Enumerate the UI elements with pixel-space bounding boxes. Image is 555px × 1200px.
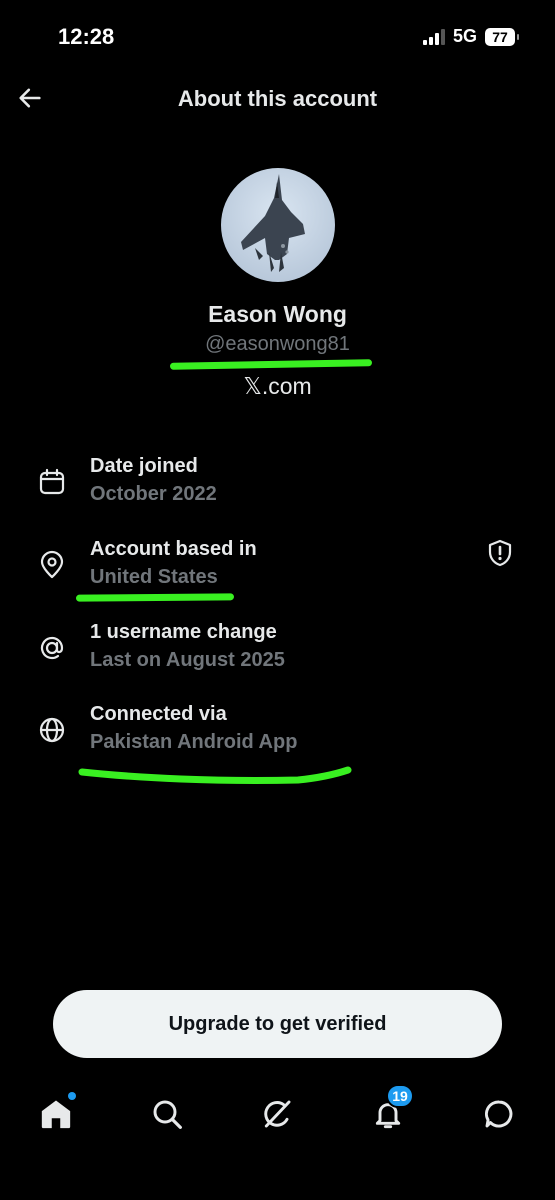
battery-icon: 77 (485, 27, 519, 46)
tab-grok[interactable] (259, 1096, 295, 1132)
upgrade-button[interactable]: Upgrade to get verified (53, 990, 502, 1058)
signal-icon (422, 28, 445, 45)
top-header: About this account (0, 76, 555, 122)
status-time: 12:28 (58, 24, 115, 49)
info-row-date-joined: Date joined October 2022 (0, 455, 555, 525)
profile-handle: @easonwong81 (205, 333, 350, 355)
page-title: About this account (177, 86, 378, 111)
info-label: Date joined (90, 455, 198, 477)
notification-badge: 19 (386, 1084, 414, 1108)
tab-messages[interactable] (481, 1096, 517, 1132)
chat-bubble-icon (485, 1100, 513, 1128)
info-row-connected-via: Connected via Pakistan Android App (0, 703, 555, 773)
at-sign-icon (40, 636, 64, 660)
info-value: United States (90, 566, 218, 588)
info-value: October 2022 (90, 483, 217, 505)
shield-alert-icon[interactable] (485, 538, 515, 568)
status-indicators: 5G 77 (422, 26, 519, 47)
grok-icon (264, 1100, 291, 1128)
avatar[interactable] (221, 168, 335, 282)
profile-name: Eason Wong (208, 301, 347, 327)
status-bar: 12:28 5G 77 (0, 0, 555, 70)
tab-home[interactable] (38, 1092, 76, 1132)
bottom-tab-bar: 19 (0, 1080, 555, 1160)
info-label: Account based in (90, 538, 257, 560)
jet-image (241, 174, 305, 272)
highlight-mark (75, 593, 235, 602)
location-pin-icon (40, 550, 64, 579)
info-row-username-changes: 1 username change Last on August 2025 (0, 621, 555, 691)
tab-notifications[interactable]: 19 (370, 1084, 414, 1132)
search-icon (153, 1100, 182, 1129)
info-label: Connected via (90, 703, 227, 725)
site-link[interactable]: 𝕏.com (0, 373, 555, 400)
highlight-mark (78, 766, 352, 785)
calendar-icon (39, 468, 65, 495)
notification-dot (68, 1092, 76, 1100)
globe-icon (39, 717, 65, 743)
network-label: 5G (452, 26, 477, 46)
info-value: Pakistan Android App (90, 731, 298, 753)
tab-search[interactable] (149, 1096, 185, 1132)
home-icon (41, 1100, 71, 1129)
info-label: 1 username change (90, 621, 277, 643)
info-value: Last on August 2025 (90, 649, 285, 671)
highlight-mark (169, 359, 373, 370)
